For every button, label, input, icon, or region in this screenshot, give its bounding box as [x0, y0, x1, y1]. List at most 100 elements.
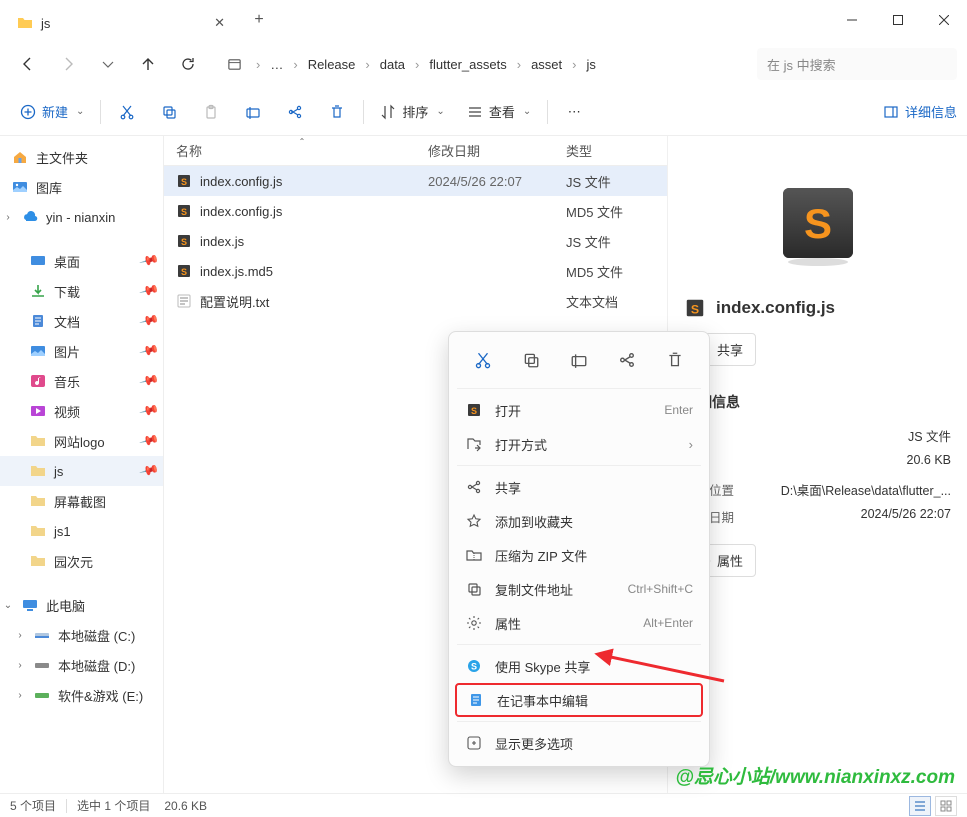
sidebar-drive-c[interactable]: › 本地磁盘 (C:) [0, 620, 163, 650]
share-button[interactable] [275, 94, 315, 130]
rename-icon[interactable] [561, 344, 597, 376]
status-size: 20.6 KB [164, 799, 207, 813]
sidebar-videos[interactable]: 视频📌 [0, 396, 163, 426]
more-button[interactable]: ⋯ [554, 94, 594, 130]
ctx-properties[interactable]: 属性Alt+Enter [449, 606, 709, 640]
new-tab-button[interactable]: + [244, 5, 274, 35]
crumb-flutter-assets[interactable]: flutter_assets [423, 53, 512, 76]
sidebar-item-label: 本地磁盘 (C:) [58, 626, 135, 645]
location-root-icon[interactable] [216, 46, 252, 82]
minimize-button[interactable] [829, 0, 875, 40]
refresh-button[interactable] [170, 46, 206, 82]
view-label: 查看 [489, 102, 515, 121]
delete-button[interactable] [317, 94, 357, 130]
window-tab[interactable]: js ✕ [6, 6, 236, 40]
crumb-js[interactable]: js [580, 53, 601, 76]
table-row[interactable]: 配置说明.txt 文本文档 [164, 286, 667, 316]
sidebar-home[interactable]: 主文件夹 [0, 142, 163, 172]
crumb-ellipsis[interactable]: … [264, 53, 289, 76]
search-input[interactable]: 在 js 中搜索 [757, 48, 957, 80]
crumb-asset[interactable]: asset [525, 53, 568, 76]
ctx-more[interactable]: 显示更多选项 [449, 726, 709, 760]
table-row[interactable]: Sindex.js.md5 MD5 文件 [164, 256, 667, 286]
ctx-notepad[interactable]: 在记事本中编辑 [455, 683, 703, 717]
desktop-icon [30, 253, 46, 269]
table-row[interactable]: Sindex.config.js 2024/5/26 22:07 JS 文件 [164, 166, 667, 196]
view-button[interactable]: 查看 ⌄ [457, 94, 541, 130]
chevron-right-icon: › [515, 57, 523, 72]
table-row[interactable]: Sindex.config.js MD5 文件 [164, 196, 667, 226]
ctx-label: 添加到收藏夹 [495, 512, 573, 531]
sidebar-item-label: 软件&游戏 (E:) [58, 686, 143, 705]
ctx-compress[interactable]: 压缩为 ZIP 文件 [449, 538, 709, 572]
sidebar-drive-e[interactable]: › 软件&游戏 (E:) [0, 680, 163, 710]
column-date[interactable]: 修改日期 [428, 141, 566, 160]
ctx-open[interactable]: S打开Enter [449, 393, 709, 427]
sidebar-desktop[interactable]: 桌面📌 [0, 246, 163, 276]
chevron-right-icon[interactable]: › [14, 690, 26, 701]
window-controls [829, 0, 967, 40]
detail-row: 文件位置D:\桌面\Release\data\flutter_... [684, 476, 951, 503]
sidebar-downloads[interactable]: 下载📌 [0, 276, 163, 306]
new-button[interactable]: 新建 ⌄ [10, 94, 94, 130]
file-type: MD5 文件 [566, 262, 666, 281]
sidebar-item-yuanciyuan[interactable]: 园次元 [0, 546, 163, 576]
crumb-release[interactable]: Release [302, 53, 362, 76]
sidebar-gallery[interactable]: 图库 [0, 172, 163, 202]
delete-icon[interactable] [657, 344, 693, 376]
details-toggle[interactable]: 详细信息 [883, 102, 957, 121]
paste-button[interactable] [191, 94, 231, 130]
divider [66, 799, 67, 813]
ctx-label: 在记事本中编辑 [497, 691, 588, 710]
rename-button[interactable] [233, 94, 273, 130]
tab-close-icon[interactable]: ✕ [214, 15, 225, 31]
chevron-right-icon[interactable]: › [2, 212, 14, 223]
table-row[interactable]: Sindex.js JS 文件 [164, 226, 667, 256]
file-type: 文本文档 [566, 292, 666, 311]
copy-button[interactable] [149, 94, 189, 130]
recent-locations-button[interactable] [90, 46, 126, 82]
sidebar-pictures[interactable]: 图片📌 [0, 336, 163, 366]
ctx-copy-path[interactable]: 复制文件地址Ctrl+Shift+C [449, 572, 709, 606]
sidebar-drive-d[interactable]: ›本地磁盘 (D:) [0, 650, 163, 680]
star-icon [465, 512, 483, 530]
ctx-skype[interactable]: S使用 Skype 共享 [449, 649, 709, 683]
view-details-button[interactable] [909, 796, 931, 816]
details-label: 详细信息 [905, 102, 957, 121]
ctx-share[interactable]: 共享 [449, 470, 709, 504]
view-thumbnails-button[interactable] [935, 796, 957, 816]
sidebar-item-logo[interactable]: 网站logo📌 [0, 426, 163, 456]
sort-indicator-icon: ⌃ [299, 137, 306, 146]
column-type[interactable]: 类型 [566, 141, 666, 160]
up-button[interactable] [130, 46, 166, 82]
chevron-right-icon[interactable]: › [14, 660, 26, 671]
ctx-label: 使用 Skype 共享 [495, 657, 590, 676]
cut-icon[interactable] [465, 344, 501, 376]
chevron-down-icon: ⌄ [76, 106, 84, 117]
maximize-button[interactable] [875, 0, 921, 40]
close-button[interactable] [921, 0, 967, 40]
sidebar-onedrive[interactable]: › yin - nianxin [0, 202, 163, 232]
sidebar-thispc[interactable]: ⌄ 此电脑 [0, 590, 163, 620]
file-preview: S [684, 152, 951, 297]
sidebar-music[interactable]: 音乐📌 [0, 366, 163, 396]
back-button[interactable] [10, 46, 46, 82]
column-name[interactable]: 名称⌃ [176, 141, 428, 160]
ctx-favorite[interactable]: 添加到收藏夹 [449, 504, 709, 538]
sidebar-item-screenshots[interactable]: 屏幕截图 [0, 486, 163, 516]
sort-button[interactable]: 排序 ⌄ [370, 94, 454, 130]
sidebar-documents[interactable]: 文档📌 [0, 306, 163, 336]
pin-icon: 📌 [138, 310, 160, 332]
crumb-data[interactable]: data [374, 53, 411, 76]
copy-icon[interactable] [513, 344, 549, 376]
sidebar-item-js[interactable]: js📌 [0, 456, 163, 486]
forward-button[interactable] [50, 46, 86, 82]
ctx-open-with[interactable]: 打开方式› [449, 427, 709, 461]
chevron-right-icon[interactable]: › [14, 630, 26, 641]
detail-row: 类型JS 文件 [684, 422, 951, 449]
chevron-down-icon[interactable]: ⌄ [2, 600, 14, 611]
cut-button[interactable] [107, 94, 147, 130]
ctx-label: 打开方式 [495, 435, 547, 454]
share-icon[interactable] [609, 344, 645, 376]
sidebar-item-js1[interactable]: js1 [0, 516, 163, 546]
